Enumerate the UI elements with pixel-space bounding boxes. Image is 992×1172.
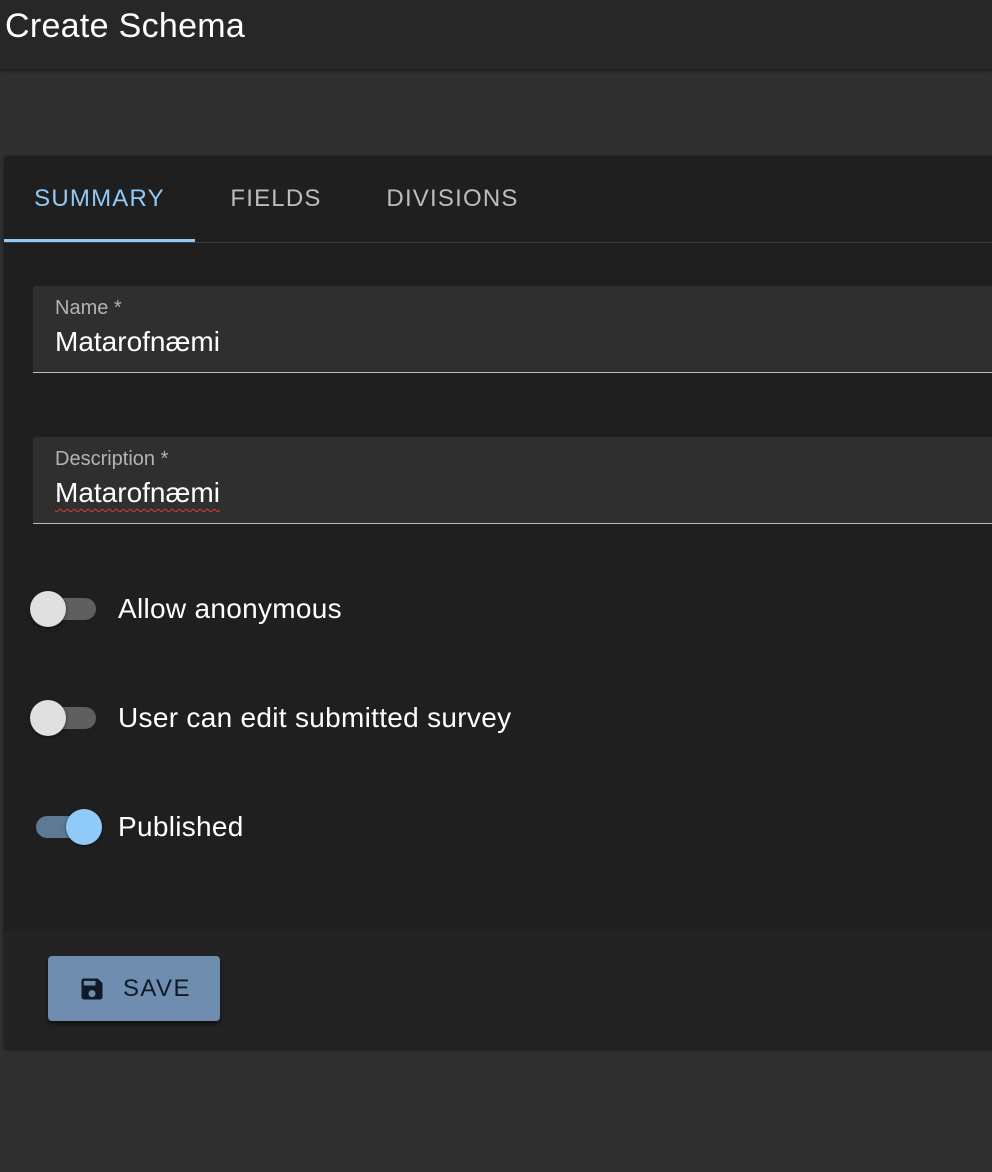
- description-field[interactable]: Description * Matarofnæmi: [33, 437, 992, 524]
- published-label: Published: [118, 811, 244, 842]
- switch-row-published: Published: [30, 807, 730, 847]
- tab-bar: SUMMARY FIELDS DIVISIONS: [4, 156, 992, 243]
- allow-anonymous-switch[interactable]: [30, 589, 102, 629]
- tab-divisions[interactable]: DIVISIONS: [370, 156, 535, 242]
- published-switch[interactable]: [30, 807, 102, 847]
- switch-row-user-can-edit: User can edit submitted survey: [30, 698, 730, 738]
- tab-summary[interactable]: SUMMARY: [4, 156, 195, 242]
- name-input[interactable]: [55, 326, 955, 358]
- description-field-label: Description *: [55, 448, 169, 470]
- active-tab-indicator: [4, 239, 195, 242]
- name-field-label: Name *: [55, 297, 122, 319]
- floppy-disk-icon: [81, 978, 103, 1000]
- user-can-edit-label: User can edit submitted survey: [118, 702, 512, 733]
- allow-anonymous-label: Allow anonymous: [118, 593, 342, 624]
- switch-thumb: [30, 700, 66, 736]
- name-field[interactable]: Name *: [33, 286, 992, 373]
- save-button-label: SAVE: [123, 975, 191, 1002]
- switch-row-allow-anonymous: Allow anonymous: [30, 589, 730, 629]
- tab-fields[interactable]: FIELDS: [212, 156, 340, 242]
- page-title: Create Schema: [5, 7, 246, 45]
- save-button[interactable]: SAVE: [48, 956, 220, 1021]
- switch-thumb: [66, 809, 102, 845]
- switch-thumb: [30, 591, 66, 627]
- description-input[interactable]: Matarofnæmi: [55, 477, 955, 509]
- description-input-value: Matarofnæmi: [55, 477, 220, 508]
- user-can-edit-switch[interactable]: [30, 698, 102, 738]
- schema-form-card: SUMMARY FIELDS DIVISIONS Name * Descript…: [4, 156, 992, 1049]
- card-actions: SAVE: [4, 931, 992, 1049]
- app-bar: Create Schema: [0, 0, 992, 69]
